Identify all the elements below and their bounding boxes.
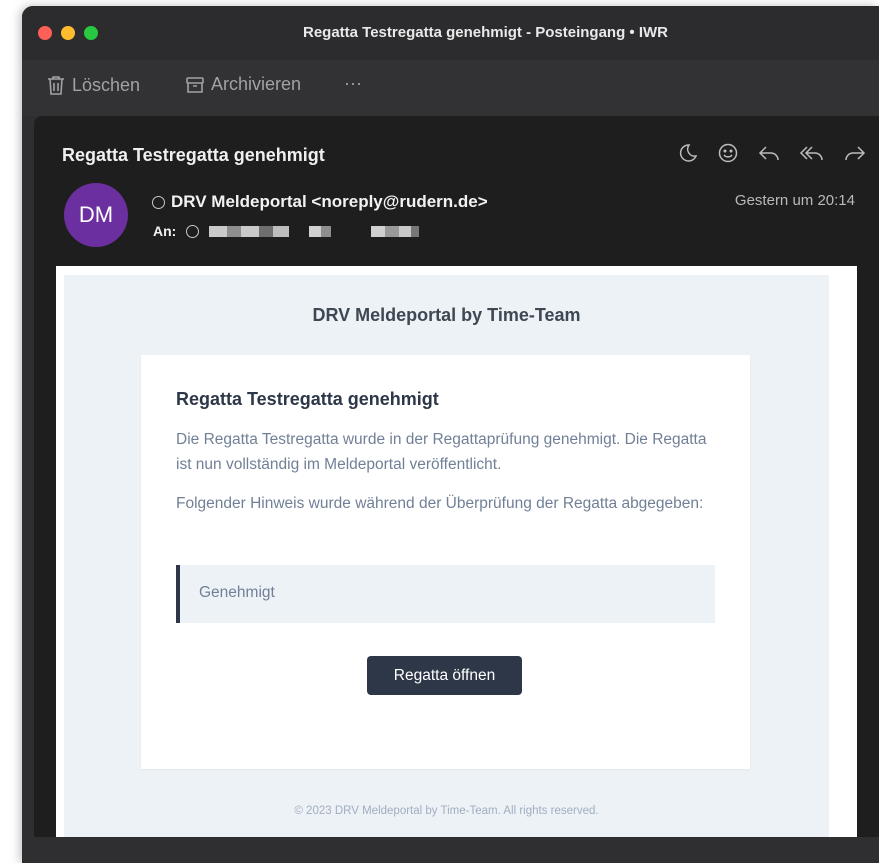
- message-subject: Regatta Testregatta genehmigt: [62, 145, 325, 165]
- archive-label: Archivieren: [211, 74, 302, 94]
- delete-button[interactable]: Löschen: [46, 74, 140, 96]
- title-bar: Regatta Testregatta genehmigt - Posteing…: [22, 6, 879, 60]
- more-button[interactable]: ···: [344, 73, 362, 94]
- trash-icon: [48, 76, 64, 95]
- sender-status-circle-icon: [152, 195, 165, 209]
- review-note-panel: Genehmigt: [176, 565, 715, 623]
- email-footer: © 2023 DRV Meldeportal by Time-Team. All…: [294, 805, 599, 817]
- toolbar: Löschen Archivieren ···: [22, 60, 879, 116]
- recipient-line: An:: [153, 223, 420, 239]
- archive-button[interactable]: Archivieren: [185, 74, 301, 95]
- reply-all-icon[interactable]: [799, 142, 825, 164]
- email-wrapper: DRV Meldeportal by Time-Team Regatta Tes…: [64, 275, 829, 837]
- archive-box-icon: [186, 76, 204, 93]
- window-title: Regatta Testregatta genehmigt - Posteing…: [302, 24, 668, 41]
- mail-window: Regatta Testregatta genehmigt - Posteing…: [22, 6, 879, 863]
- email-paragraph-1: Die Regatta Testregatta wurde in der Reg…: [176, 431, 707, 473]
- avatar: DM: [64, 183, 128, 247]
- message-actions: [677, 142, 867, 164]
- delete-label: Löschen: [72, 74, 141, 95]
- forward-icon[interactable]: [843, 142, 867, 164]
- sender-name: DRV Meldeportal <noreply@rudern.de>: [171, 192, 488, 211]
- message-pane: Regatta Testregatta genehmigt DM DRV Mel…: [34, 116, 879, 837]
- redacted-recipient: [209, 225, 420, 237]
- email-brand-link[interactable]: DRV Meldeportal by Time-Team: [64, 305, 829, 326]
- open-regatta-button[interactable]: Regatta öffnen: [367, 656, 522, 695]
- smiley-icon[interactable]: [717, 142, 739, 164]
- reply-icon[interactable]: [757, 142, 781, 164]
- message-header: Regatta Testregatta genehmigt DM DRV Mel…: [34, 116, 879, 264]
- email-paragraph-2: Folgender Hinweis wurde während der Über…: [176, 495, 704, 512]
- to-label: An:: [153, 223, 177, 239]
- message-date: Gestern um 20:14: [734, 192, 855, 209]
- email-heading: Regatta Testregatta genehmigt: [176, 389, 439, 409]
- email-card: Regatta Testregatta genehmigt Die Regatt…: [141, 355, 750, 769]
- sender-line[interactable]: DRV Meldeportal <noreply@rudern.de>: [152, 192, 488, 212]
- more-icon: ···: [344, 73, 362, 93]
- moon-icon[interactable]: [677, 142, 699, 164]
- recipient-status-circle-icon: [186, 224, 200, 238]
- message-body: DRV Meldeportal by Time-Team Regatta Tes…: [56, 266, 857, 837]
- review-note-text: Genehmigt: [199, 584, 275, 601]
